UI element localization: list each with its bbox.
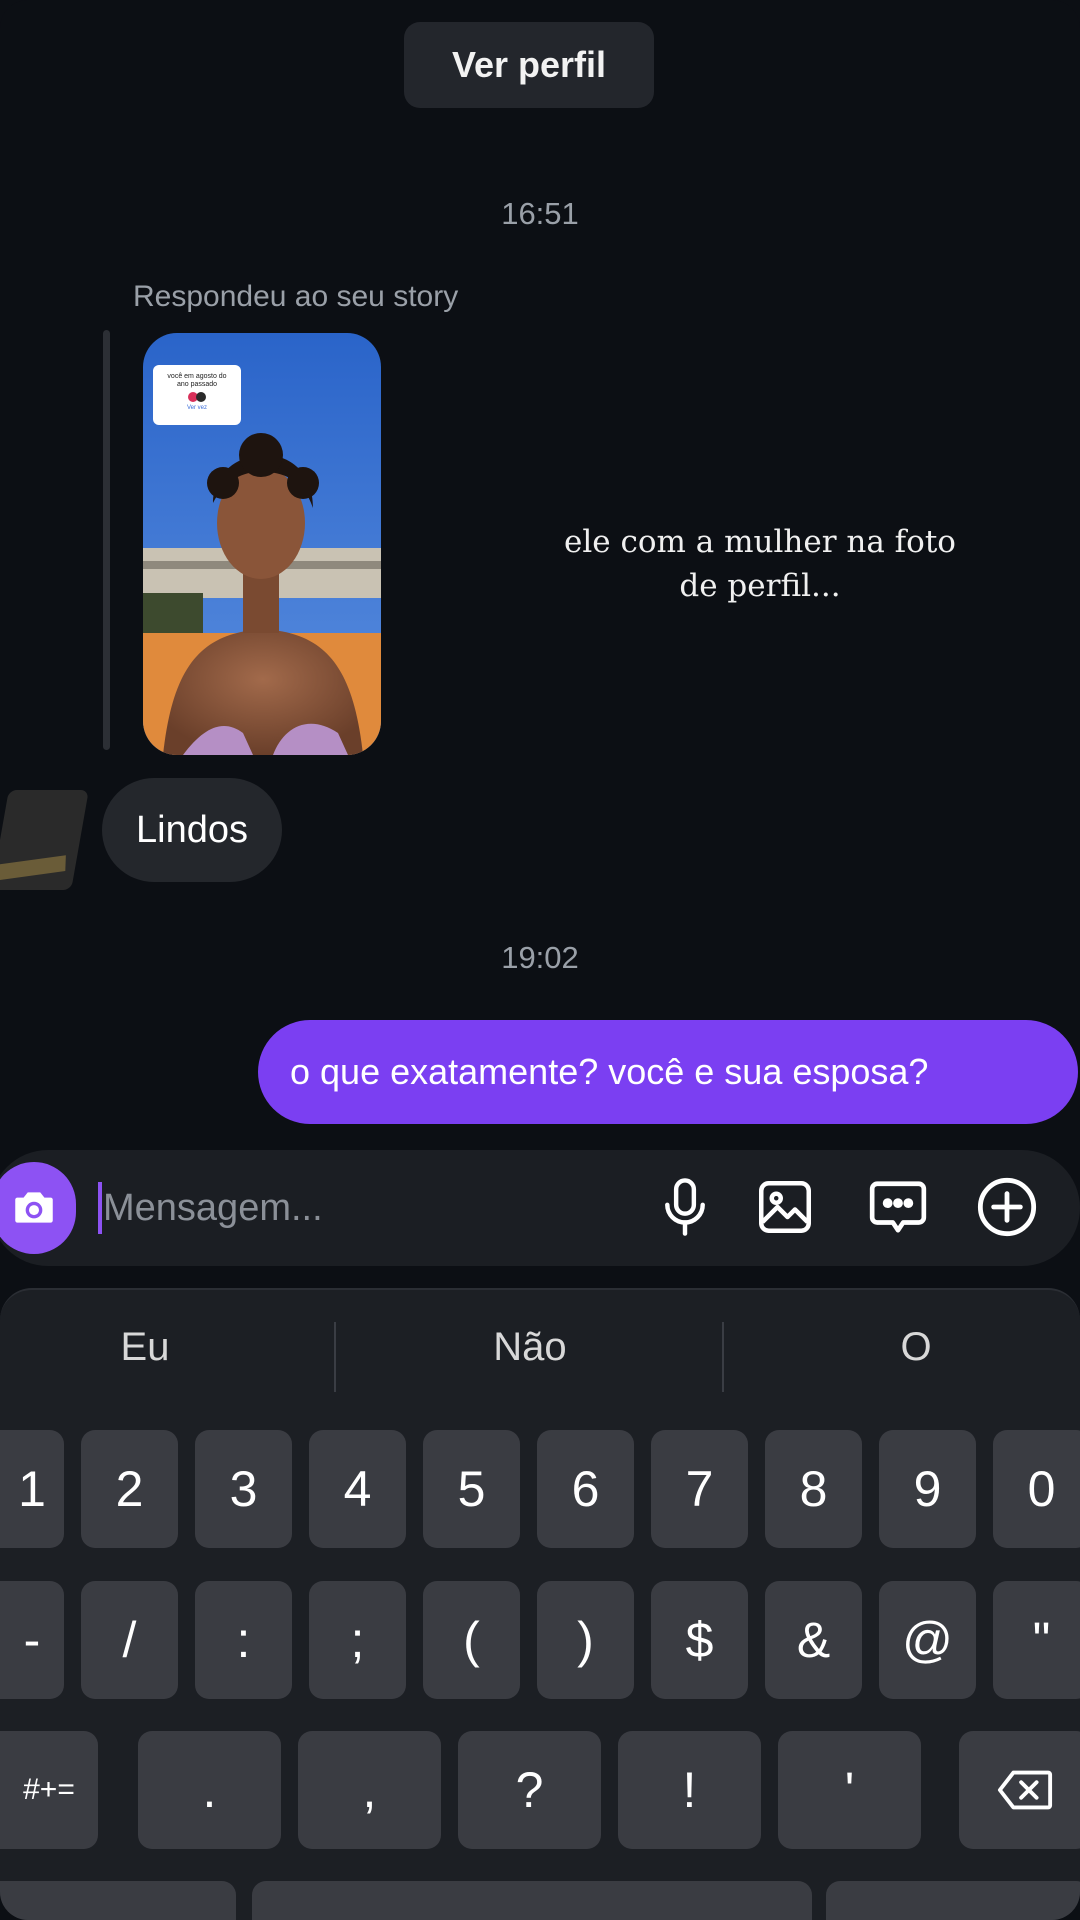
key-9[interactable]: 9 (879, 1430, 976, 1548)
avatar-dots (186, 392, 208, 402)
timestamp: 19:02 (501, 940, 579, 975)
story-reply-label: Respondeu ao seu story (133, 280, 459, 313)
key-exclamation[interactable]: ! (618, 1731, 761, 1849)
story-sticker-card: você em agosto do ano passado Ver vez (153, 365, 241, 425)
sticker-chat-icon[interactable] (863, 1172, 933, 1242)
key-abc-toggle[interactable] (0, 1881, 236, 1920)
suggestion-2[interactable]: Não (370, 1325, 690, 1370)
text-caret (98, 1182, 102, 1234)
key-colon[interactable]: : (195, 1581, 292, 1699)
key-dash[interactable]: - (0, 1581, 64, 1699)
suggestion-1[interactable]: Eu (0, 1325, 305, 1370)
key-5[interactable]: 5 (423, 1430, 520, 1548)
view-profile-button[interactable]: Ver perfil (404, 22, 654, 108)
suggestion-3[interactable]: O (756, 1325, 1076, 1370)
microphone-icon[interactable] (650, 1172, 720, 1242)
key-semicolon[interactable]: ; (309, 1581, 406, 1699)
key-quote[interactable]: " (993, 1581, 1080, 1699)
key-ampersand[interactable]: & (765, 1581, 862, 1699)
key-dollar[interactable]: $ (651, 1581, 748, 1699)
timestamp: 16:51 (501, 196, 579, 231)
suggestion-divider (722, 1322, 724, 1392)
key-apostrophe[interactable]: ' (778, 1731, 921, 1849)
story-thumbnail[interactable]: você em agosto do ano passado Ver vez (143, 333, 381, 755)
backspace-key[interactable] (959, 1731, 1080, 1849)
reply-indicator-bar (103, 330, 110, 750)
story-card-line1: você em agosto do (167, 373, 227, 380)
plus-circle-icon[interactable] (972, 1172, 1042, 1242)
suggestion-divider (334, 1322, 336, 1392)
overlay-caption: ele com a mulher na foto de perfil... (564, 524, 956, 604)
key-period[interactable]: . (138, 1731, 281, 1849)
key-question[interactable]: ? (458, 1731, 601, 1849)
key-0[interactable]: 0 (993, 1430, 1080, 1548)
key-close-paren[interactable]: ) (537, 1581, 634, 1699)
key-open-paren[interactable]: ( (423, 1581, 520, 1699)
message-input[interactable]: Mensagem... (103, 1182, 323, 1234)
camera-button[interactable] (0, 1162, 76, 1254)
key-4[interactable]: 4 (309, 1430, 406, 1548)
return-key[interactable] (826, 1881, 1080, 1920)
sender-avatar[interactable] (0, 790, 89, 890)
camera-icon (15, 1192, 53, 1223)
key-3[interactable]: 3 (195, 1430, 292, 1548)
story-card-link: Ver vez (186, 405, 207, 411)
key-6[interactable]: 6 (537, 1430, 634, 1548)
story-card-line2: ano passado (176, 381, 218, 388)
key-2[interactable]: 2 (81, 1430, 178, 1548)
key-1[interactable]: 1 (0, 1430, 64, 1548)
key-at[interactable]: @ (879, 1581, 976, 1699)
key-8[interactable]: 8 (765, 1430, 862, 1548)
outgoing-message[interactable]: o que exatamente? você e sua esposa? (258, 1020, 1078, 1124)
incoming-message[interactable]: Lindos (102, 778, 282, 882)
key-symbols-toggle[interactable]: #+= (0, 1731, 98, 1849)
key-comma[interactable]: , (298, 1731, 441, 1849)
space-key[interactable] (252, 1881, 812, 1920)
key-7[interactable]: 7 (651, 1430, 748, 1548)
key-slash[interactable]: / (81, 1581, 178, 1699)
dm-screen: Ver perfil 16:51 Respondeu ao seu story (0, 0, 1080, 1920)
gallery-icon[interactable] (750, 1172, 820, 1242)
backspace-icon (997, 1770, 1052, 1810)
